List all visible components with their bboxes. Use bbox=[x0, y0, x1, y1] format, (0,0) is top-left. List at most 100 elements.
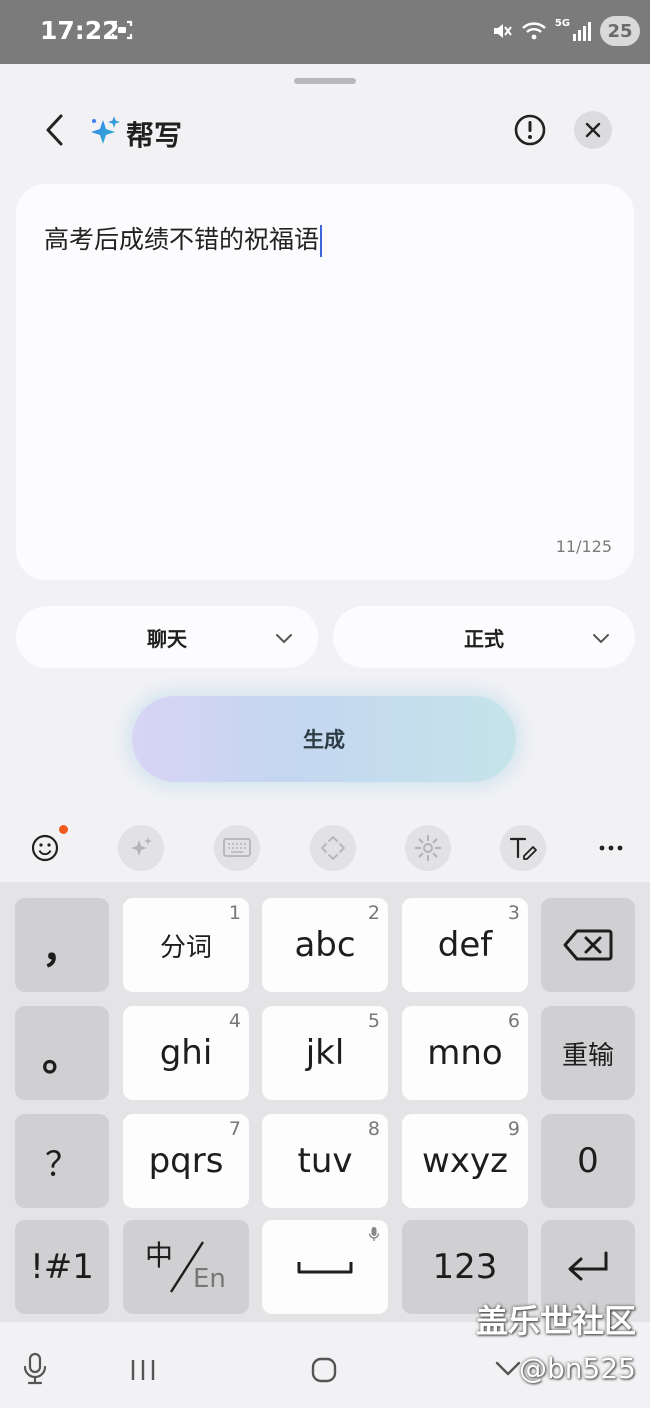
key-label: def bbox=[437, 925, 493, 965]
page-title: 帮写 bbox=[126, 119, 183, 152]
key-label: pqrs bbox=[148, 1141, 224, 1181]
write-assist-panel: 帮写 高考后成绩不错的祝福语 11/125 聊天 正式 生成 bbox=[0, 64, 650, 812]
key-label: 0 bbox=[577, 1141, 599, 1181]
recent-apps-button[interactable] bbox=[130, 1358, 156, 1382]
network-type-label: 5G bbox=[554, 17, 570, 29]
tone-select-label: 正式 bbox=[464, 626, 504, 651]
key-comma[interactable]: ， bbox=[15, 898, 109, 992]
drag-handle[interactable] bbox=[294, 78, 356, 84]
key-label: jkl bbox=[305, 1033, 345, 1073]
prompt-input[interactable]: 高考后成绩不错的祝福语 11/125 bbox=[16, 184, 634, 580]
backspace-key[interactable] bbox=[541, 898, 635, 992]
move-arrows-icon bbox=[321, 836, 345, 860]
more-options-button[interactable] bbox=[588, 825, 634, 871]
voice-input-icon[interactable] bbox=[22, 1352, 48, 1386]
key-0[interactable]: 0 bbox=[541, 1114, 635, 1208]
key-label: !#1 bbox=[30, 1247, 94, 1287]
key-number: 6 bbox=[507, 1010, 520, 1032]
ai-tools-button[interactable] bbox=[118, 825, 164, 871]
generate-button-label: 生成 bbox=[303, 728, 345, 752]
language-en-label: En bbox=[193, 1264, 226, 1294]
emoji-icon bbox=[31, 834, 59, 862]
key-9[interactable]: wxyz 9 bbox=[402, 1114, 528, 1208]
key-5[interactable]: jkl 5 bbox=[262, 1006, 388, 1100]
screen: 17:22 5G 25 帮写 高考后成绩不错的祝福语 11/125 聊天 正式 … bbox=[0, 0, 650, 1408]
screen-record-icon bbox=[111, 20, 133, 40]
status-icons: 5G 25 bbox=[491, 14, 640, 48]
retype-key[interactable]: 重输 bbox=[541, 1006, 635, 1100]
space-key[interactable] bbox=[262, 1220, 388, 1314]
mute-icon bbox=[493, 24, 512, 38]
chevron-down-icon bbox=[276, 634, 292, 644]
t9-keyboard: ， 分词 1 abc 2 def 3 。 ghi 4 jkl 5 mno 6 重… bbox=[0, 882, 650, 1322]
text-pen-icon bbox=[509, 837, 537, 860]
chevron-down-icon bbox=[593, 634, 609, 644]
keyboard-toolbar bbox=[0, 812, 650, 882]
key-period[interactable]: 。 bbox=[15, 1006, 109, 1100]
hide-keyboard-button[interactable] bbox=[494, 1360, 522, 1378]
generate-button[interactable]: 生成 bbox=[132, 696, 516, 782]
microphone-icon bbox=[368, 1227, 380, 1241]
status-bar: 17:22 5G 25 bbox=[0, 0, 650, 64]
key-8[interactable]: tuv 8 bbox=[262, 1114, 388, 1208]
key-number: 7 bbox=[228, 1118, 241, 1140]
prompt-text-value: 高考后成绩不错的祝福语 bbox=[44, 225, 320, 254]
key-label: ghi bbox=[159, 1033, 213, 1073]
key-7[interactable]: pqrs 7 bbox=[123, 1114, 249, 1208]
battery-badge: 25 bbox=[600, 16, 640, 46]
key-label: 123 bbox=[432, 1247, 498, 1287]
key-number: 2 bbox=[367, 902, 380, 924]
signal-icon bbox=[573, 22, 591, 41]
info-button[interactable] bbox=[512, 112, 548, 148]
key-6[interactable]: mno 6 bbox=[402, 1006, 528, 1100]
key-1[interactable]: 分词 1 bbox=[123, 898, 249, 992]
key-label: wxyz bbox=[422, 1141, 508, 1181]
wifi-icon bbox=[522, 22, 546, 40]
space-icon bbox=[297, 1262, 353, 1274]
watermark-community: 盖乐世社区 bbox=[475, 1302, 636, 1340]
more-dots-icon bbox=[599, 845, 623, 851]
key-number: 4 bbox=[228, 1010, 241, 1032]
backspace-icon bbox=[563, 929, 613, 961]
key-label: mno bbox=[427, 1033, 503, 1073]
keyboard-mode-button[interactable] bbox=[214, 825, 260, 871]
settings-button[interactable] bbox=[405, 825, 451, 871]
key-label: ， bbox=[42, 926, 82, 972]
key-3[interactable]: def 3 bbox=[402, 898, 528, 992]
close-icon bbox=[585, 122, 601, 138]
key-label: 。 bbox=[42, 1034, 82, 1080]
notification-dot bbox=[59, 825, 68, 834]
home-button[interactable] bbox=[310, 1356, 338, 1384]
scene-select[interactable]: 聊天 bbox=[16, 606, 318, 668]
status-time: 17:22 bbox=[40, 16, 120, 45]
key-label: 重输 bbox=[561, 1040, 614, 1071]
language-switch-key[interactable]: 中 En bbox=[123, 1220, 249, 1314]
key-label: ？ bbox=[45, 1144, 79, 1185]
key-question[interactable]: ？ bbox=[15, 1114, 109, 1208]
tone-select[interactable]: 正式 bbox=[333, 606, 635, 668]
key-number: 1 bbox=[228, 902, 241, 924]
key-number: 8 bbox=[367, 1118, 380, 1140]
key-number: 9 bbox=[507, 1118, 520, 1140]
sparkle-icon bbox=[131, 837, 152, 856]
key-number: 5 bbox=[367, 1010, 380, 1032]
prompt-text[interactable]: 高考后成绩不错的祝福语 bbox=[44, 220, 323, 257]
emoji-button[interactable] bbox=[22, 825, 68, 871]
scene-select-label: 聊天 bbox=[147, 626, 187, 651]
key-4[interactable]: ghi 4 bbox=[123, 1006, 249, 1100]
key-number: 3 bbox=[507, 902, 520, 924]
cursor-move-button[interactable] bbox=[310, 825, 356, 871]
handwriting-button[interactable] bbox=[500, 825, 546, 871]
keyboard-icon bbox=[223, 838, 251, 857]
close-button[interactable] bbox=[574, 111, 612, 149]
char-counter: 11/125 bbox=[555, 537, 612, 556]
back-button[interactable] bbox=[36, 110, 76, 150]
enter-icon bbox=[568, 1251, 608, 1281]
key-label: 分词 bbox=[159, 932, 212, 963]
text-caret bbox=[320, 225, 323, 257]
key-2[interactable]: abc 2 bbox=[262, 898, 388, 992]
sparkle-icon bbox=[91, 116, 120, 144]
symbols-key[interactable]: !#1 bbox=[15, 1220, 109, 1314]
gear-icon bbox=[414, 834, 442, 862]
key-label: tuv bbox=[297, 1141, 353, 1181]
